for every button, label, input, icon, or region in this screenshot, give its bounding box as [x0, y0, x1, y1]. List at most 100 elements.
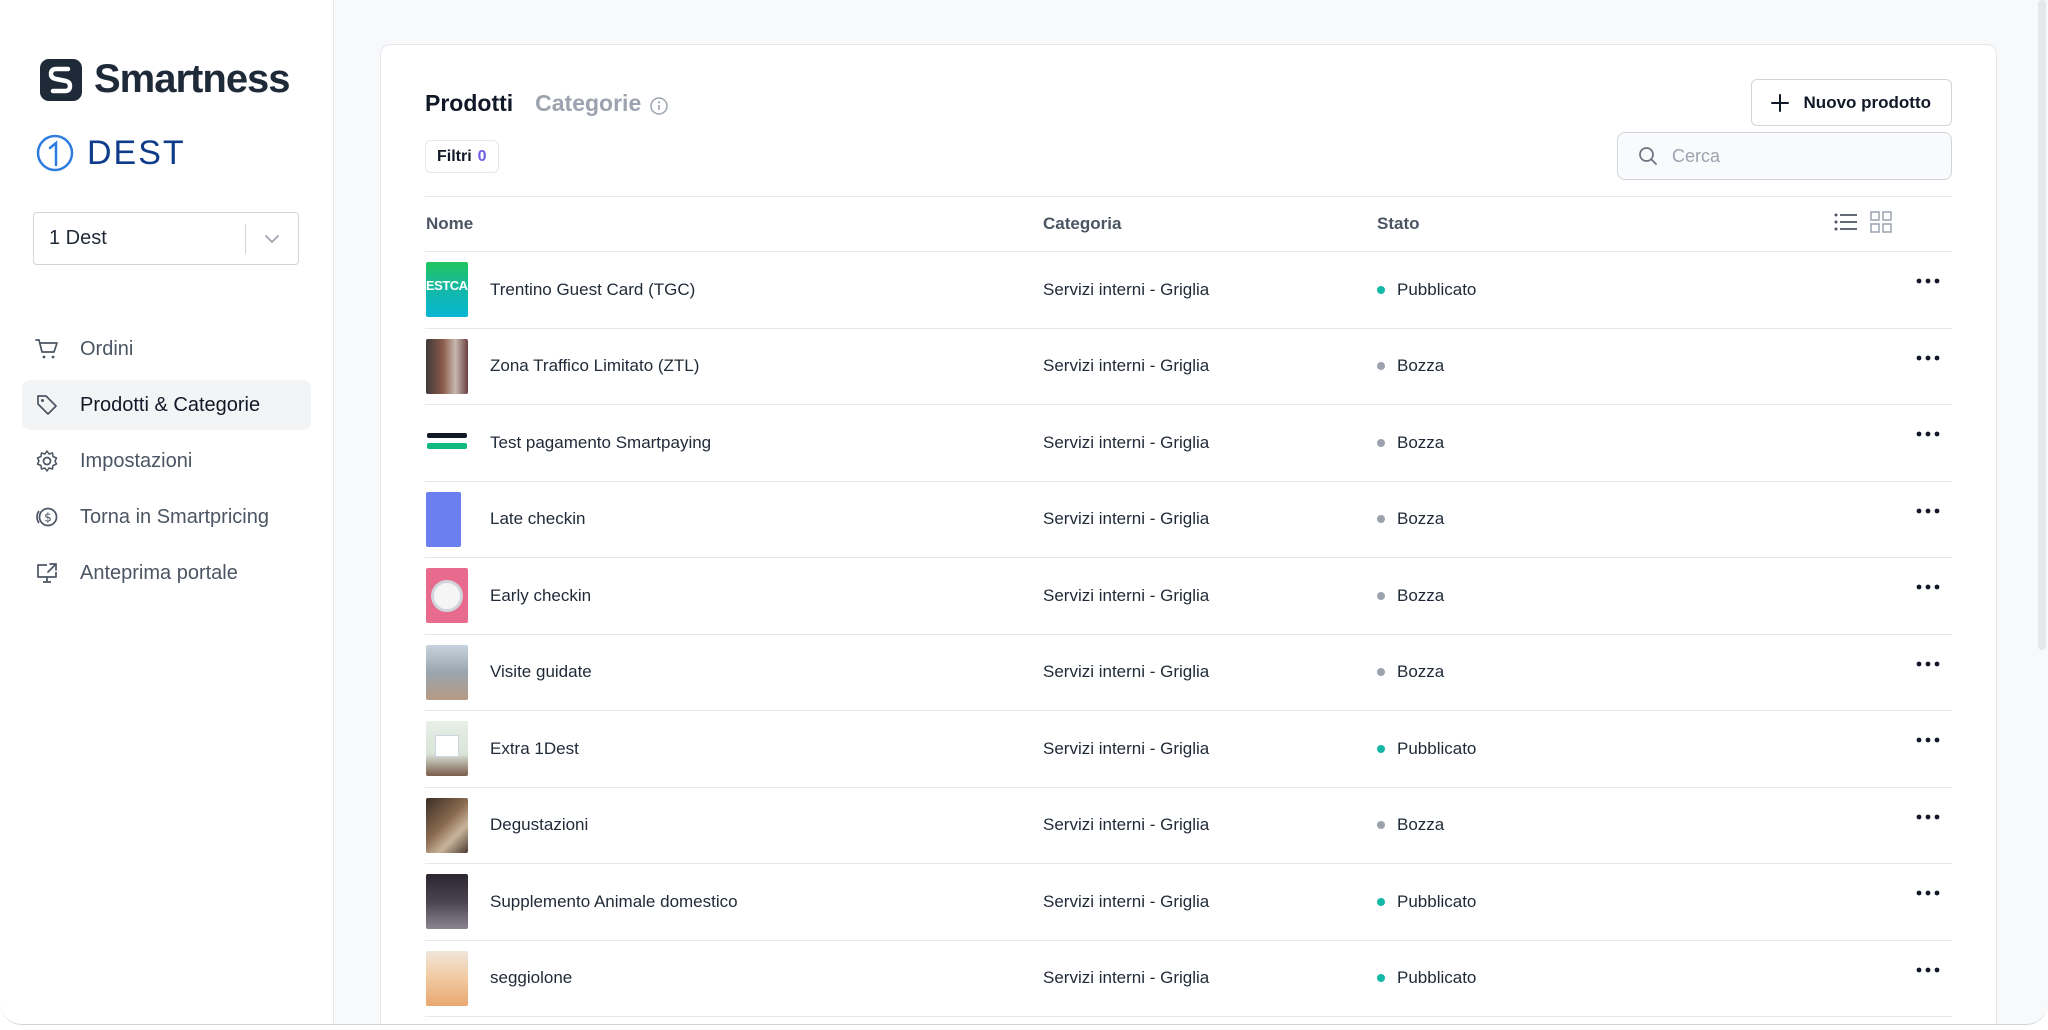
column-header-categoria[interactable]: Categoria: [1043, 214, 1377, 234]
search-icon: [1638, 146, 1658, 166]
property-logo: DEST: [35, 133, 186, 173]
table-row[interactable]: Zona Traffico Limitato (ZTL) Servizi int…: [425, 329, 1952, 405]
table-row[interactable]: Test pagamento Smartpaying Servizi inter…: [425, 405, 1952, 482]
status-label: Bozza: [1397, 662, 1445, 682]
product-status: Bozza: [1377, 815, 1952, 835]
filter-count: 0: [477, 147, 487, 165]
product-category: Servizi interni - Griglia: [1043, 891, 1210, 911]
grid-view-icon[interactable]: [1870, 211, 1892, 233]
dest-logo-icon: [36, 134, 74, 172]
product-name: seggiolone: [490, 968, 573, 988]
status-dot: [1377, 668, 1385, 677]
status-label: Pubblicato: [1397, 891, 1477, 911]
tab-bar: Prodotti Categorie: [425, 90, 669, 117]
smartness-logo: Smartness: [40, 57, 291, 102]
table-row[interactable]: Early checkin Servizi interni - Griglia …: [425, 558, 1952, 635]
dollar-coin-icon: $: [34, 504, 60, 530]
product-thumbnail: [426, 338, 468, 394]
status-label: Bozza: [1397, 432, 1445, 452]
sidebar-item-ordini[interactable]: Ordini: [22, 324, 311, 374]
product-thumbnail: [426, 874, 468, 930]
more-options-icon[interactable]: [1916, 355, 1940, 361]
table-row[interactable]: Extra 1Dest Servizi interni - Griglia Pu…: [425, 711, 1952, 788]
more-options-icon[interactable]: [1916, 814, 1940, 820]
smartness-logo-icon: [40, 58, 82, 101]
plus-icon: [1770, 93, 1790, 113]
more-options-icon[interactable]: [1916, 661, 1940, 667]
products-card: Prodotti Categorie Nuovo prodotto Filtri…: [380, 44, 1997, 1024]
sidebar-item-label: Prodotti & Categorie: [80, 393, 261, 416]
table-row[interactable]: Degustazioni Servizi interni - Griglia B…: [425, 788, 1952, 864]
filter-button[interactable]: Filtri 0: [425, 140, 499, 173]
product-category: Servizi interni - Griglia: [1043, 738, 1210, 758]
sidebar-item-torna-smartpricing[interactable]: $ Torna in Smartpricing: [22, 492, 311, 542]
sidebar: Smartness DEST 1 Dest Ordini Prodotti & …: [0, 0, 334, 1024]
product-category: Servizi interni - Griglia: [1043, 279, 1210, 299]
table-row[interactable]: Late checkin Servizi interni - Griglia B…: [425, 482, 1952, 558]
product-category: Servizi interni - Griglia: [1043, 585, 1210, 605]
table-row[interactable]: Supplemento Animale domestico Servizi in…: [425, 864, 1952, 941]
more-options-icon[interactable]: [1916, 431, 1940, 437]
property-select-value: 1 Dest: [49, 227, 107, 249]
monitor-share-icon: [34, 560, 60, 586]
product-name: Visite guidate: [490, 662, 592, 682]
product-status: Pubblicato: [1377, 280, 1952, 300]
sidebar-nav: Ordini Prodotti & Categorie Impostazioni…: [22, 324, 311, 604]
product-thumbnail: [426, 797, 468, 853]
more-options-icon[interactable]: [1916, 967, 1940, 973]
product-category: Servizi interni - Griglia: [1043, 662, 1210, 682]
status-dot: [1377, 897, 1385, 906]
status-label: Bozza: [1397, 356, 1445, 376]
products-table: Nome Categoria Stato ESTCA Trentino Gues…: [425, 196, 1952, 1017]
tab-categorie[interactable]: Categorie: [535, 90, 641, 117]
product-category: Servizi interni - Griglia: [1043, 509, 1210, 529]
info-icon[interactable]: [649, 96, 669, 116]
product-category: Servizi interni - Griglia: [1043, 968, 1210, 988]
sidebar-item-prodotti-categorie[interactable]: Prodotti & Categorie: [22, 380, 311, 430]
more-options-icon[interactable]: [1916, 737, 1940, 743]
list-view-icon[interactable]: [1834, 212, 1858, 232]
search-input[interactable]: [1672, 145, 1922, 167]
tag-icon: [34, 392, 60, 418]
property-logo-text: DEST: [87, 133, 186, 172]
sidebar-item-label: Torna in Smartpricing: [80, 505, 269, 528]
product-category: Servizi interni - Griglia: [1043, 432, 1210, 452]
product-category: Servizi interni - Griglia: [1043, 356, 1210, 376]
product-status: Pubblicato: [1377, 892, 1952, 912]
table-row[interactable]: ESTCA Trentino Guest Card (TGC) Servizi …: [425, 252, 1952, 329]
chevron-down-icon[interactable]: [246, 234, 298, 244]
product-thumbnail: ESTCA: [426, 262, 468, 318]
product-thumbnail: [426, 644, 468, 700]
cart-icon: [34, 336, 60, 362]
brand-name: Smartness: [94, 57, 291, 101]
status-dot: [1377, 362, 1385, 371]
product-thumbnail: [426, 568, 468, 624]
status-dot: [1377, 974, 1385, 983]
column-header-nome[interactable]: Nome: [425, 214, 1043, 234]
product-thumbnail: [426, 415, 468, 471]
status-dot: [1377, 821, 1385, 830]
more-options-icon[interactable]: [1916, 508, 1940, 514]
status-label: Bozza: [1397, 509, 1445, 529]
sidebar-item-impostazioni[interactable]: Impostazioni: [22, 436, 311, 486]
product-name: Degustazioni: [490, 815, 589, 835]
tab-prodotti[interactable]: Prodotti: [425, 90, 513, 117]
search-box: [1617, 132, 1952, 180]
view-toggle: [1822, 211, 1892, 233]
product-category: Servizi interni - Griglia: [1043, 815, 1210, 835]
page-scrollbar[interactable]: [2038, 0, 2046, 650]
product-thumbnail: [426, 721, 468, 777]
product-status: Bozza: [1377, 356, 1952, 376]
product-status: Pubblicato: [1377, 968, 1952, 988]
more-options-icon[interactable]: [1916, 584, 1940, 590]
sidebar-item-anteprima-portale[interactable]: Anteprima portale: [22, 548, 311, 598]
new-product-button[interactable]: Nuovo prodotto: [1750, 79, 1952, 126]
more-options-icon[interactable]: [1916, 278, 1940, 284]
property-select[interactable]: 1 Dest: [33, 212, 299, 265]
product-name: Late checkin: [490, 509, 586, 529]
status-label: Pubblicato: [1397, 738, 1477, 758]
more-options-icon[interactable]: [1916, 890, 1940, 896]
table-row[interactable]: Visite guidate Servizi interni - Griglia…: [425, 635, 1952, 711]
table-row[interactable]: seggiolone Servizi interni - Griglia Pub…: [425, 941, 1952, 1017]
status-label: Bozza: [1397, 815, 1445, 835]
